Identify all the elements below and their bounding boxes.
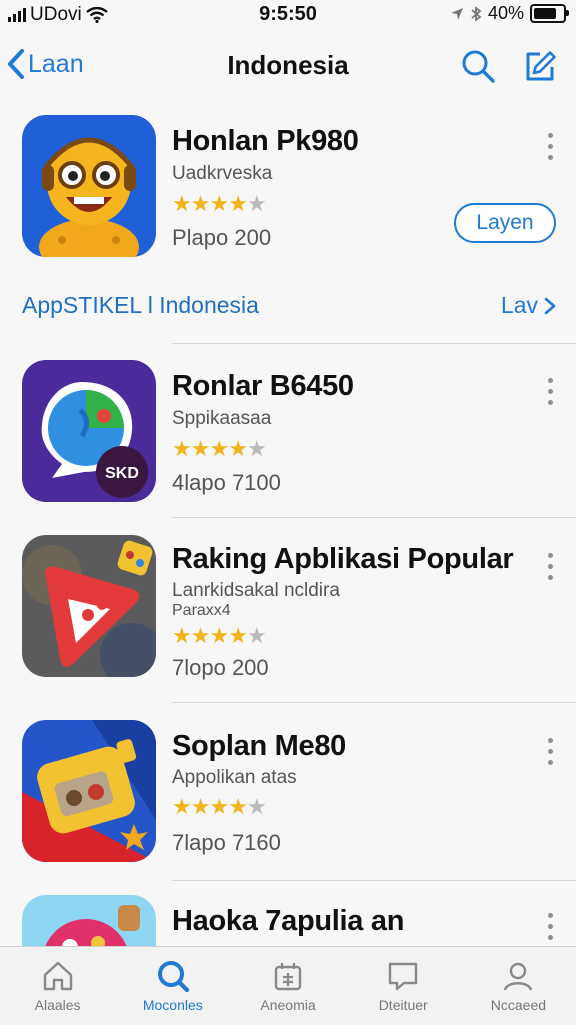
get-button[interactable]: Layen [454,203,556,243]
bluetooth-icon [471,5,482,22]
rating-stars: ★★★★★ [172,794,267,820]
more-options-icon[interactable] [540,553,560,580]
star-filled-icon: ★ [228,191,248,216]
app-name: Raking Apblikasi Popular [172,543,514,575]
app-subtitle: Sppikaasaa [172,408,272,429]
divider [172,702,576,703]
tab-label: Nccaeed [490,997,547,1013]
star-filled-icon: ★ [228,623,248,648]
app-name: Haoka 7apulia an [172,905,405,937]
section-header: AppSTIKEL l Indonesia Lav [22,290,556,324]
tab-apps[interactable]: Aneomia [230,947,345,1025]
app-name: Soplan Me80 [172,730,346,762]
star-filled-icon: ★ [172,623,192,648]
app-icon: SKD [22,360,156,502]
star-filled-icon: ★ [209,623,229,648]
compose-button[interactable] [522,48,558,89]
star-filled-icon: ★ [172,794,192,819]
search-button[interactable] [460,48,496,89]
compose-icon [526,51,556,81]
star-empty-icon: ★ [246,436,267,461]
divider [172,880,576,881]
more-options-icon[interactable] [540,378,560,405]
tab-label: Moconles [142,997,203,1013]
rating-stars: ★★★★★ [172,436,267,462]
app-icon [22,115,156,257]
star-filled-icon: ★ [228,794,248,819]
app-size: 7lapo 7160 [172,830,281,855]
tab-label: Dteituer [378,997,428,1013]
star-filled-icon: ★ [209,191,229,216]
app-icon [22,535,156,677]
app-size: Plapo 200 [172,225,272,250]
home-icon [43,961,72,991]
divider [172,517,576,518]
app-subtitle-secondary: Paraxx4 [172,602,231,619]
app-subtitle: Appolikan atas [172,767,297,788]
person-icon [504,962,533,991]
battery-icon [530,4,569,23]
rating-stars: ★★★★★ [172,623,267,649]
more-options-icon[interactable] [540,913,560,940]
tab-profile[interactable]: Nccaeed [461,947,576,1025]
star-filled-icon: ★ [228,436,248,461]
star-filled-icon: ★ [172,191,192,216]
chat-icon [389,962,418,991]
tab-bar: Alaales Moconles Aneomia Dteituer Nccaee… [0,946,576,1025]
see-all-label: Lav [500,292,538,318]
more-options-icon[interactable] [540,133,560,160]
battery-percent: 40% [487,3,524,23]
divider [172,343,576,344]
tab-chat[interactable]: Dteituer [346,947,461,1025]
tab-label: Aneomia [260,997,316,1013]
star-filled-icon: ★ [190,191,211,216]
app-size: 7lopo 200 [172,655,269,680]
tab-home[interactable]: Alaales [0,947,115,1025]
star-filled-icon: ★ [209,794,229,819]
star-filled-icon: ★ [209,436,229,461]
star-empty-icon: ★ [246,191,267,216]
search-icon [462,50,495,83]
status-bar: UDovi 9:5:50 40% [0,0,576,30]
search-icon [157,961,189,993]
app-icon [22,895,156,946]
star-filled-icon: ★ [190,794,211,819]
app-subtitle: Lanrkidsakal ncldira [172,580,340,601]
status-right: 40% [450,3,569,24]
star-filled-icon: ★ [190,436,211,461]
nav-bar: Laan Indonesia [0,40,576,90]
rating-stars: ★★★★★ [172,191,267,217]
chevron-right-icon [544,297,556,314]
apps-icon [274,963,302,991]
app-row[interactable]: Haoka 7apulia an [0,895,576,946]
star-filled-icon: ★ [172,436,192,461]
app-icon [22,720,156,862]
location-icon [450,7,463,20]
see-all-link[interactable]: Lav [501,292,556,319]
app-size: 4lapo 7100 [172,470,281,495]
star-empty-icon: ★ [246,623,267,648]
app-icon-badge: SKD [105,465,139,482]
section-title: AppSTIKEL l Indonesia [22,292,259,318]
app-name: Honlan Pk980 [172,125,359,157]
tab-search[interactable]: Moconles [115,947,230,1025]
star-filled-icon: ★ [190,623,211,648]
star-empty-icon: ★ [246,794,267,819]
app-name: Ronlar B6450 [172,370,354,402]
tab-label: Alaales [34,997,81,1013]
app-subtitle: Uadkrveska [172,163,273,184]
more-options-icon[interactable] [540,738,560,765]
